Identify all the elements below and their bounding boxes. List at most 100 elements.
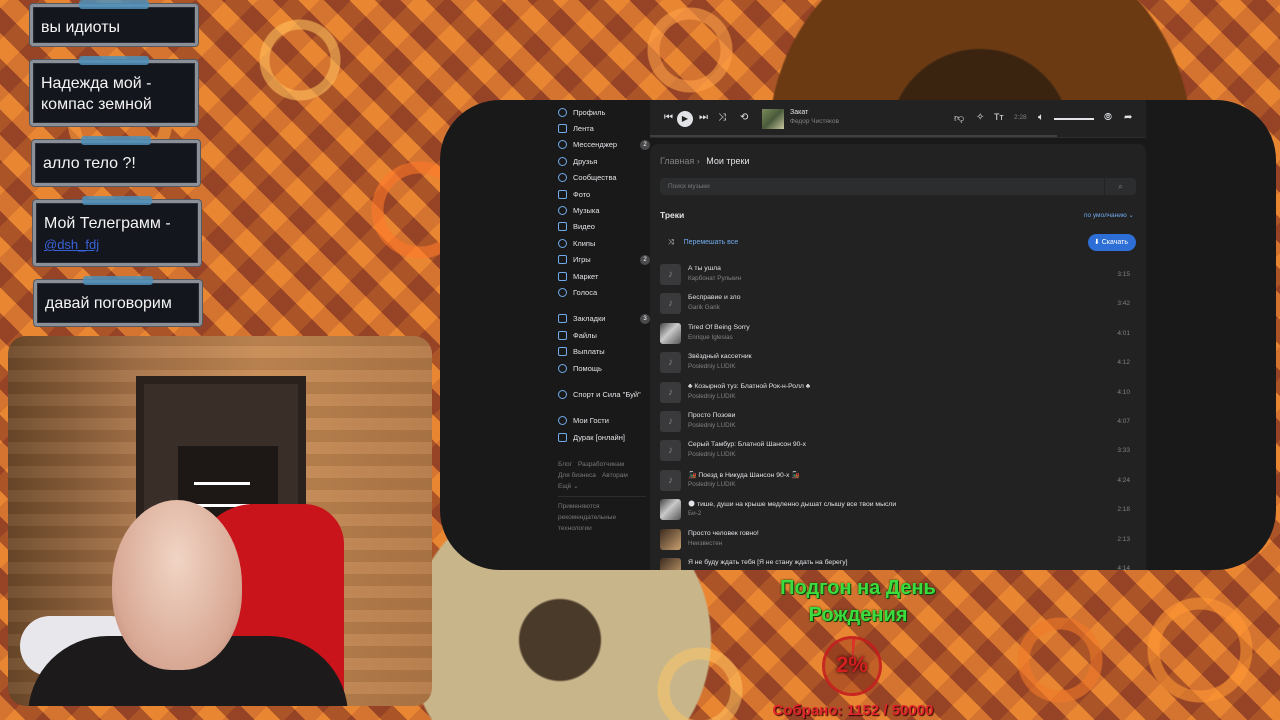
- track-row[interactable]: ♪ ♣ Козырной туз: Блатной Рок-н-Ролл ♣ Pos…: [660, 378, 1136, 407]
- broadcast-icon[interactable]: ✧: [976, 112, 984, 123]
- track-title[interactable]: 🌑 тише, души на крыше медленно дышат слы…: [688, 500, 896, 508]
- track-title[interactable]: А ты ушла: [688, 265, 721, 272]
- track-artist[interactable]: Posledniy LUDIK: [688, 363, 736, 370]
- sidebar-item-feed[interactable]: Лента: [558, 120, 650, 136]
- next-icon[interactable]: ⏭: [699, 112, 708, 123]
- track-title[interactable]: Звёздный кассетник: [688, 353, 752, 360]
- track-row[interactable]: ♪ 🚂 Поезд в Никуда Шансон 90-х 🚂 Posledniy…: [660, 466, 1136, 495]
- sidebar-item-messenger[interactable]: Мессенджер 2: [558, 137, 650, 153]
- track-row[interactable]: Я не буду ждать тебя [Я не стану ждать н…: [660, 554, 1136, 570]
- sidebar-item-payouts[interactable]: Выплаты: [558, 343, 650, 359]
- track-title[interactable]: Серый Тамбур: Блатной Шансон 90-х: [688, 441, 806, 448]
- sidebar-item-market[interactable]: Маркет: [558, 268, 650, 284]
- play-button[interactable]: ▶: [677, 111, 693, 127]
- music-note-icon[interactable]: ♪: [660, 264, 681, 285]
- sidebar-item-group[interactable]: Спорт и Сила "Буй": [558, 386, 650, 402]
- group-icon: [558, 389, 567, 399]
- sidebar-item-photos[interactable]: Фото: [558, 186, 650, 202]
- track-row[interactable]: ♪ Бесправие и зло Garik Garik 3:42: [660, 289, 1136, 318]
- footer-link-authors[interactable]: Авторам: [602, 472, 628, 479]
- track-duration: 4:24: [1117, 476, 1130, 484]
- track-title[interactable]: Tired Of Being Sorry: [688, 324, 750, 331]
- track-artist[interactable]: Posledniy LUDIK: [688, 481, 736, 488]
- previous-icon[interactable]: ⏮: [664, 112, 673, 123]
- video-icon: [558, 222, 567, 232]
- volume-slider[interactable]: [1054, 118, 1094, 120]
- sidebar-item-communities[interactable]: Сообщества: [558, 170, 650, 186]
- track-artist[interactable]: Карбонат Рулькин: [688, 275, 741, 282]
- track-row[interactable]: Просто человек говно! Неизвестен 2:13: [660, 525, 1136, 554]
- track-title[interactable]: 🚂 Поезд в Никуда Шансон 90-х 🚂: [688, 471, 800, 479]
- share-icon[interactable]: ➦: [1124, 112, 1132, 123]
- track-title[interactable]: Бесправие и зло: [688, 294, 741, 301]
- track-row[interactable]: ♪ А ты ушла Карбонат Рулькин 3:15: [660, 260, 1136, 289]
- track-row[interactable]: Tired Of Being Sorry Enrique Iglesias 4:01: [660, 319, 1136, 348]
- sidebar-item-profile[interactable]: Профиль: [558, 104, 650, 120]
- sidebar-item-help[interactable]: Помощь: [558, 360, 650, 376]
- footer-link-blog[interactable]: Блог: [558, 461, 572, 468]
- sidebar-item-guests[interactable]: Мои Гости: [558, 413, 650, 429]
- track-row[interactable]: ♪ Звёздный кассетник Posledniy LUDIK 4:12: [660, 348, 1136, 377]
- telegram-link[interactable]: @dsh_fdj: [44, 237, 99, 252]
- track-artist[interactable]: Enrique Iglesias: [688, 334, 733, 341]
- track-artist[interactable]: Posledniy LUDIK: [688, 422, 736, 429]
- track-artist[interactable]: Неизвестен: [688, 540, 722, 547]
- track-title[interactable]: Просто человек говно!: [688, 530, 759, 537]
- sidebar-item-label: Маркет: [573, 271, 599, 281]
- track-cover[interactable]: [660, 557, 681, 570]
- track-artist[interactable]: Garik Garik: [688, 304, 720, 311]
- track-title[interactable]: Просто Позови: [688, 412, 735, 419]
- download-button[interactable]: ⬇ Скачать: [1087, 234, 1136, 251]
- footer-link-business[interactable]: Для бизнеса: [558, 472, 596, 479]
- lyrics-icon[interactable]: Tт: [994, 112, 1004, 122]
- shuffle-icon: ⤨: [668, 239, 674, 246]
- recommendation-note[interactable]: Применяются рекомендательные технологии: [558, 501, 646, 534]
- music-note-icon[interactable]: ♪: [660, 469, 681, 491]
- volume-icon[interactable]: 🔈︎: [1038, 112, 1044, 123]
- sidebar-item-files[interactable]: Файлы: [558, 327, 650, 343]
- track-artist[interactable]: Posledniy LUDIK: [688, 393, 736, 400]
- music-note-icon[interactable]: ♪: [660, 381, 681, 403]
- track-artist[interactable]: Би-2: [688, 510, 701, 517]
- playback-progress[interactable]: [650, 135, 1057, 137]
- track-title[interactable]: ♣ Козырной туз: Блатной Рок-н-Ролл ♣: [688, 383, 810, 390]
- track-cover[interactable]: [660, 528, 681, 550]
- sort-dropdown[interactable]: по умолчанию ⌄: [1084, 211, 1134, 219]
- track-artist[interactable]: Posledniy LUDIK: [688, 451, 736, 458]
- sidebar-item-label: Профиль: [573, 107, 606, 117]
- album-cover[interactable]: [762, 109, 784, 129]
- sidebar-item-games[interactable]: Игры 2: [558, 252, 650, 268]
- repeat-icon[interactable]: ⟲: [740, 112, 748, 123]
- cast-icon[interactable]: ⦾: [1104, 112, 1112, 123]
- music-note-icon[interactable]: ♪: [660, 293, 681, 315]
- track-cover[interactable]: [660, 322, 681, 344]
- dislike-icon[interactable]: 👎︎: [954, 112, 964, 124]
- sidebar-item-votes[interactable]: Голоса: [558, 284, 650, 300]
- track-title[interactable]: Я не буду ждать тебя [Я не стану ждать н…: [688, 559, 848, 566]
- music-note-icon[interactable]: ♪: [660, 352, 681, 374]
- music-search-input[interactable]: Поиск музыки ⌕: [660, 178, 1136, 195]
- sidebar-item-label: Друзья: [573, 156, 598, 166]
- sidebar-item-friends[interactable]: Друзья: [558, 153, 650, 169]
- footer-link-more[interactable]: Ещё ⌄: [558, 483, 579, 490]
- track-row[interactable]: ♪ Серый Тамбур: Блатной Шансон 90-х Posled…: [660, 436, 1136, 465]
- track-row[interactable]: ♪ Просто Позови Posledniy LUDIK 4:07: [660, 407, 1136, 436]
- track-row[interactable]: 🌑 тише, души на крыше медленно дышат слы…: [660, 495, 1136, 524]
- audio-player: ⏮ ▶ ⏭ ⤨ ⟲ Закат Федор Чистяков 👎︎ ✧ Tт 2…: [650, 100, 1146, 138]
- track-cover[interactable]: [660, 499, 681, 521]
- footer-link-developers[interactable]: Разработчикам: [578, 461, 624, 468]
- shuffle-all-button[interactable]: ⤨ Перемешать все: [668, 239, 738, 247]
- sidebar-item-durak[interactable]: Дурак [онлайн]: [558, 429, 650, 445]
- sidebar-item-bookmarks[interactable]: Закладки 3: [558, 311, 650, 327]
- sidebar-item-video[interactable]: Видео: [558, 219, 650, 235]
- sidebar-item-clips[interactable]: Клипы: [558, 235, 650, 251]
- shuffle-icon[interactable]: ⤨: [718, 112, 726, 123]
- music-note-icon[interactable]: ♪: [660, 410, 681, 432]
- breadcrumb-home[interactable]: Главная: [660, 156, 694, 166]
- search-icon[interactable]: ⌕: [1104, 178, 1136, 195]
- now-playing-artist[interactable]: Федор Чистяков: [790, 118, 839, 125]
- music-note-icon[interactable]: ♪: [660, 440, 681, 462]
- now-playing-title[interactable]: Закат: [790, 109, 808, 116]
- sidebar-item-music[interactable]: Музыка: [558, 202, 650, 218]
